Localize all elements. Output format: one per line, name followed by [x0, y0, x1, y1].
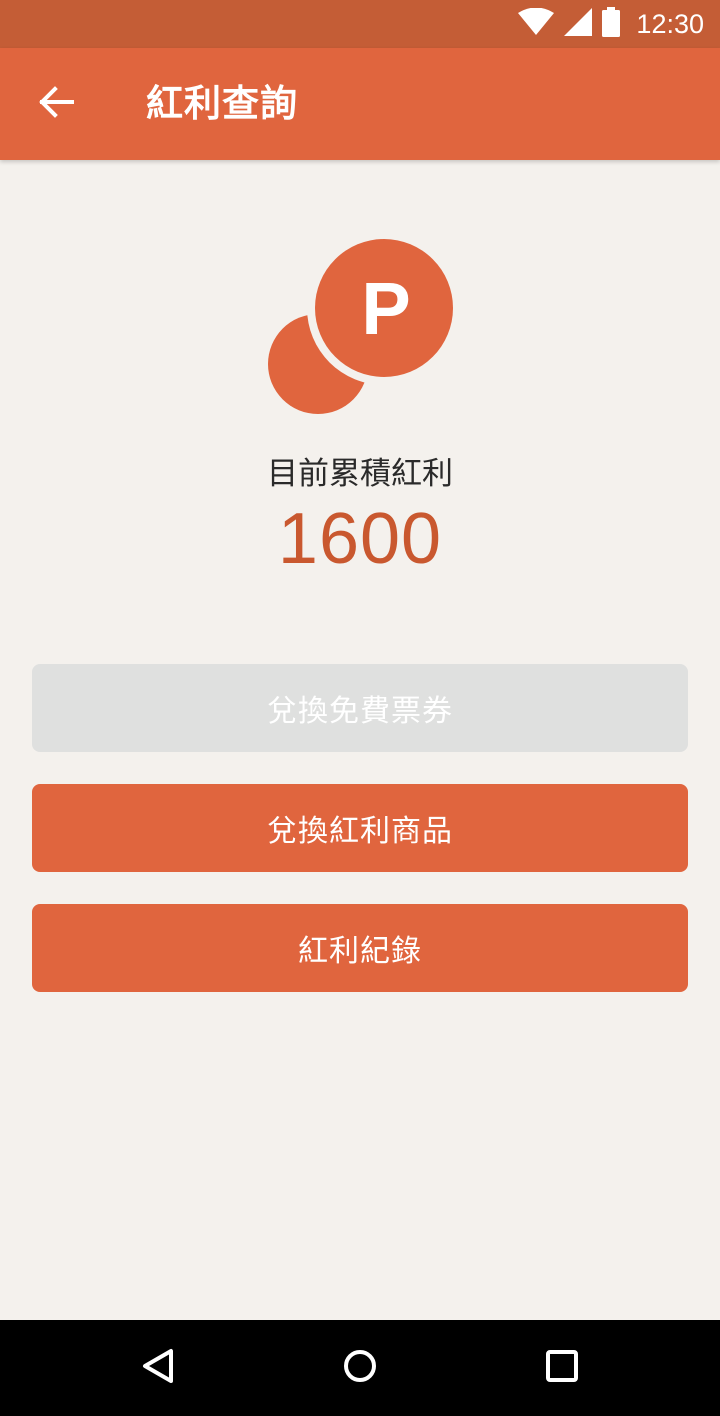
- status-bar: 12:30: [0, 0, 720, 48]
- points-coin-icon: P: [262, 231, 461, 420]
- back-triangle-icon: [140, 1348, 176, 1388]
- navigation-bar: [0, 1320, 720, 1416]
- battery-icon: [602, 7, 621, 41]
- nav-recents-button[interactable]: [530, 1336, 594, 1400]
- app-bar: 紅利查詢: [0, 48, 720, 160]
- status-time: 12:30: [636, 8, 704, 39]
- back-button[interactable]: [20, 66, 92, 142]
- recents-square-icon: [544, 1348, 580, 1388]
- signal-icon: [564, 8, 593, 40]
- page-title: 紅利查詢: [146, 82, 298, 125]
- redeem-goods-label: 兌換紅利商品: [267, 814, 453, 849]
- points-caption: 目前累積紅利: [267, 456, 453, 492]
- points-history-button[interactable]: 紅利紀錄: [32, 904, 688, 992]
- wifi-icon: [518, 7, 555, 40]
- points-letter: P: [361, 267, 410, 350]
- status-icons: 12:30: [518, 0, 704, 48]
- nav-home-button[interactable]: [328, 1336, 392, 1400]
- redeem-goods-button[interactable]: 兌換紅利商品: [32, 784, 688, 872]
- points-value: 1600: [277, 499, 443, 579]
- nav-back-button[interactable]: [126, 1336, 190, 1400]
- points-history-label: 紅利紀錄: [298, 934, 422, 969]
- redeem-ticket-button[interactable]: 兌換免費票券: [32, 664, 688, 752]
- home-circle-icon: [342, 1348, 378, 1388]
- redeem-ticket-label: 兌換免費票券: [267, 694, 453, 729]
- arrow-left-icon: [38, 86, 74, 122]
